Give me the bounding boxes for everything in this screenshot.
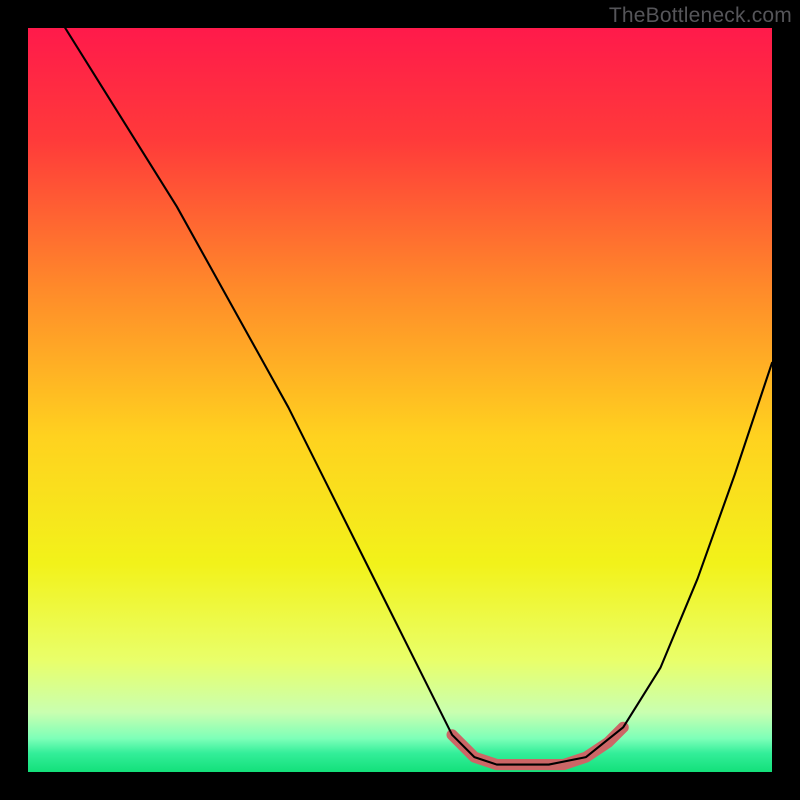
chart-frame: TheBottleneck.com xyxy=(0,0,800,800)
plot-area xyxy=(28,28,772,772)
watermark-text: TheBottleneck.com xyxy=(609,4,792,28)
main-curve-path xyxy=(65,28,772,765)
curve-layer xyxy=(28,28,772,772)
